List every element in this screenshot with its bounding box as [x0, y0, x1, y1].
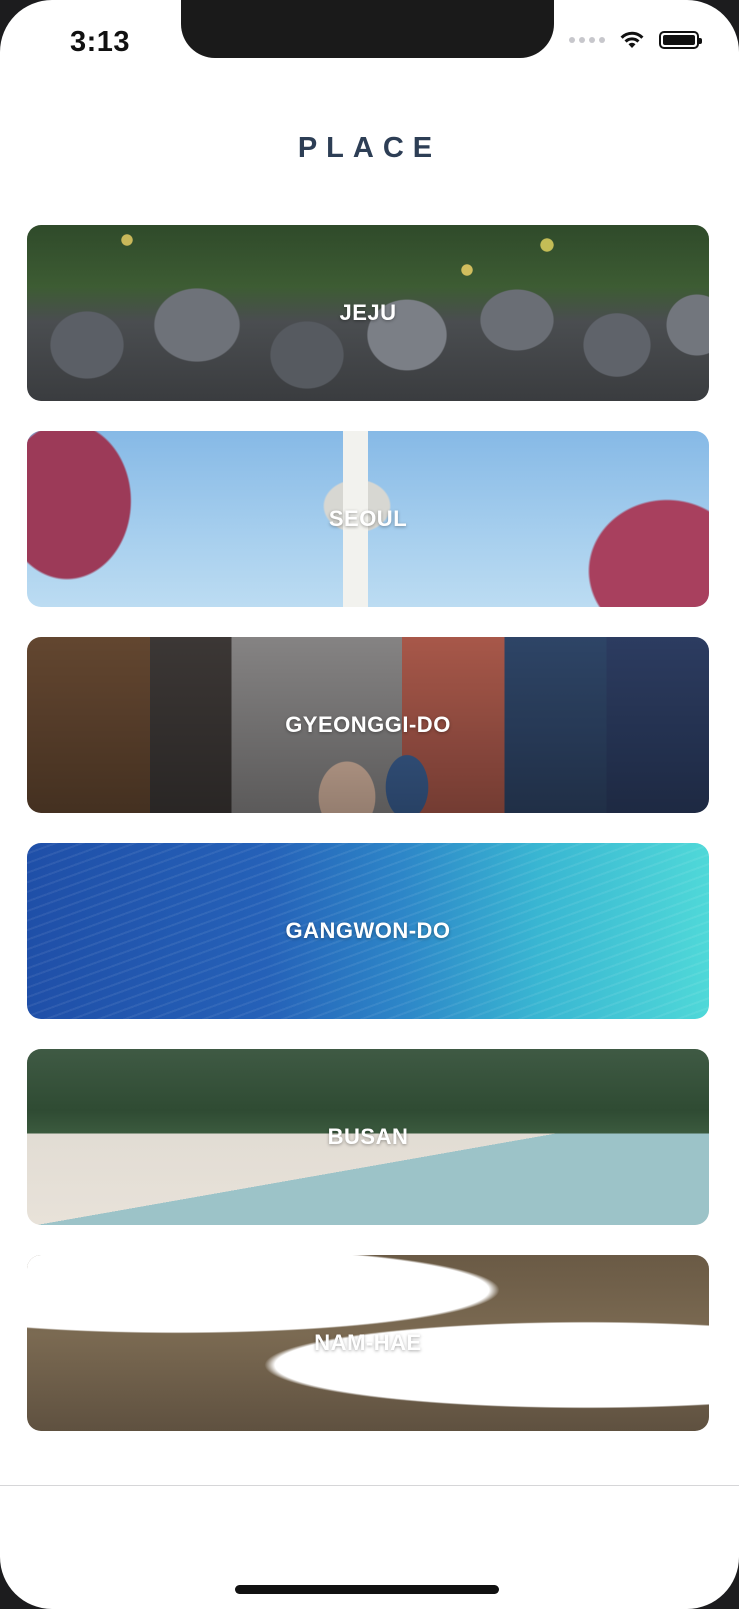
wifi-icon: [620, 31, 644, 48]
home-indicator[interactable]: [235, 1585, 499, 1594]
page-title: PLACE: [297, 132, 442, 164]
place-label: GYEONGGI-DO: [285, 712, 451, 737]
status-icons: [569, 30, 702, 50]
place-card-gyeonggi-do[interactable]: GYEONGGI-DO: [27, 637, 709, 813]
phone-screen: 3:13 PLACE JEJU SEOUL GYEONGGI-DO GANGWO…: [0, 0, 739, 1609]
device-notch: [181, 0, 554, 58]
place-card-gangwon-do[interactable]: GANGWON-DO: [27, 843, 709, 1019]
place-card-nam-hae[interactable]: NAM-HAE: [27, 1255, 709, 1431]
place-label: BUSAN: [327, 1124, 409, 1149]
place-card-jeju[interactable]: JEJU: [27, 225, 709, 401]
battery-icon: [659, 31, 702, 49]
bottom-divider: [0, 1485, 739, 1486]
place-card-busan[interactable]: BUSAN: [27, 1049, 709, 1225]
status-time: 3:13: [70, 26, 131, 58]
place-list: JEJU SEOUL GYEONGGI-DO GANGWON-DO BUSAN …: [27, 225, 709, 1461]
cellular-signal-icon: [569, 37, 605, 43]
place-label: SEOUL: [328, 506, 408, 531]
place-label: GANGWON-DO: [285, 918, 451, 943]
place-label: NAM-HAE: [314, 1330, 422, 1355]
place-label: JEJU: [339, 300, 397, 325]
place-card-seoul[interactable]: SEOUL: [27, 431, 709, 607]
